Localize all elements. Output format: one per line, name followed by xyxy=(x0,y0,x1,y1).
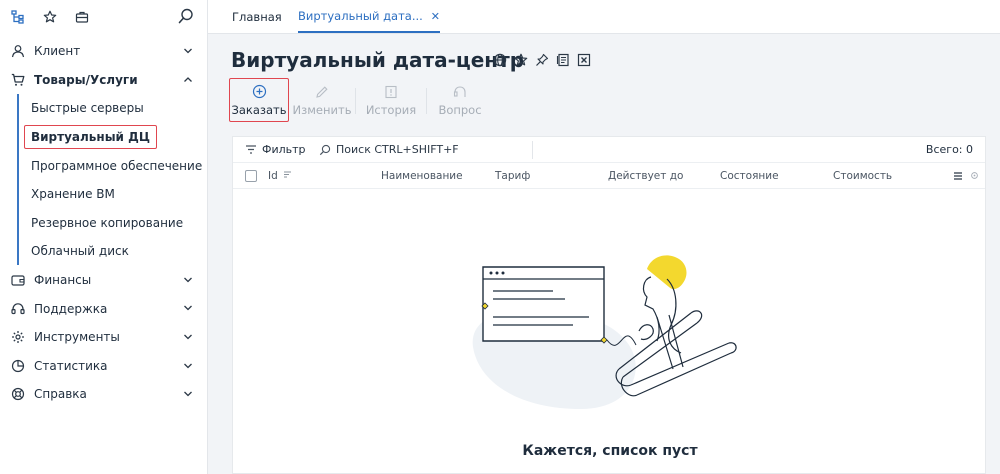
order-button-label: Заказать xyxy=(231,102,287,117)
table-header: Id Наименование Тариф Действует до Состо… xyxy=(233,163,985,189)
question-button-label: Вопрос xyxy=(438,102,482,117)
chevron-down-icon xyxy=(184,334,192,340)
lifebuoy-icon xyxy=(10,386,26,402)
page-title: Виртуальный дата-центр xyxy=(231,48,525,72)
chevron-up-icon xyxy=(184,76,192,82)
tab-label: Главная xyxy=(232,10,282,24)
sidebar-menu: Клиент Товары/Услуги Быстрые серверы Вир… xyxy=(0,37,207,409)
sidebar-item-client[interactable]: Клиент xyxy=(0,37,207,66)
globe-icon[interactable] xyxy=(492,52,508,68)
headset-icon xyxy=(10,301,26,317)
search-placeholder: Поиск CTRL+SHIFT+F xyxy=(336,143,459,156)
tab-home[interactable]: Главная xyxy=(232,0,282,34)
sidebar-item-products[interactable]: Товары/Услуги xyxy=(0,66,207,95)
column-header-tariff[interactable]: Тариф xyxy=(495,170,530,182)
wallet-icon xyxy=(10,272,26,288)
column-header-status[interactable]: Состояние xyxy=(720,170,779,182)
close-icon[interactable]: ✕ xyxy=(431,10,440,23)
filter-bar: Фильтр Поиск CTRL+SHIFT+F Всего: 0 xyxy=(233,137,985,163)
cart-icon xyxy=(10,72,26,88)
chevron-down-icon xyxy=(184,48,192,54)
total-count: Всего: 0 xyxy=(925,143,973,156)
history-icon xyxy=(383,84,399,100)
document-icon[interactable] xyxy=(555,52,571,68)
tab-label: Виртуальный дата... xyxy=(298,9,423,23)
sidebar-item-tools[interactable]: Инструменты xyxy=(0,323,207,352)
search-icon xyxy=(319,144,331,156)
sidebar-subitem-label: Виртуальный ДЦ xyxy=(24,125,157,150)
order-button[interactable]: Заказать xyxy=(229,78,289,122)
filter-button[interactable]: Фильтр xyxy=(245,143,306,156)
sidebar-item-statistics[interactable]: Статистика xyxy=(0,352,207,381)
sidebar-subitem-backup[interactable]: Резервное копирование xyxy=(0,209,207,238)
pie-chart-icon xyxy=(10,358,26,374)
add-circle-icon xyxy=(251,84,267,100)
sidebar-subitem-software[interactable]: Программное обеспечение xyxy=(0,151,207,180)
filter-icon xyxy=(245,144,257,156)
title-actions xyxy=(492,52,597,68)
gear-icon xyxy=(10,329,26,345)
edit-button-label: Изменить xyxy=(292,102,352,117)
toolbar: Заказать Изменить История Вопрос xyxy=(229,78,493,124)
pin-icon[interactable] xyxy=(534,52,550,68)
column-header-valid-until[interactable]: Действует до xyxy=(608,170,683,182)
sidebar-item-finance[interactable]: Финансы xyxy=(0,266,207,295)
columns-menu-icon[interactable] xyxy=(953,171,963,181)
search-icon[interactable] xyxy=(178,8,194,24)
sidebar: Клиент Товары/Услуги Быстрые серверы Вир… xyxy=(0,0,208,474)
sidebar-submenu: Быстрые серверы Виртуальный ДЦ Программн… xyxy=(0,94,207,266)
column-header-id[interactable]: Id xyxy=(268,170,292,182)
sidebar-item-label: Справка xyxy=(34,387,87,402)
sidebar-subitem-cloud-disk[interactable]: Облачный диск xyxy=(0,237,207,266)
menu-tree-icon[interactable] xyxy=(10,9,26,25)
search-input[interactable]: Поиск CTRL+SHIFT+F xyxy=(319,143,459,156)
chevron-down-icon xyxy=(184,391,192,397)
main-panel: Фильтр Поиск CTRL+SHIFT+F Всего: 0 Id На… xyxy=(232,136,986,474)
pencil-icon xyxy=(314,84,330,100)
question-icon xyxy=(452,84,468,100)
briefcase-icon[interactable] xyxy=(74,9,90,25)
sidebar-item-label: Товары/Услуги xyxy=(34,72,138,87)
sidebar-subitem-vm-storage[interactable]: Хранение ВМ xyxy=(0,180,207,209)
tab-virtual-dc[interactable]: Виртуальный дата... ✕ xyxy=(298,0,441,33)
history-button[interactable]: История xyxy=(356,78,426,122)
star-icon[interactable] xyxy=(42,9,58,25)
excel-export-icon[interactable] xyxy=(576,52,592,68)
sidebar-item-label: Поддержка xyxy=(34,301,108,316)
star-icon[interactable] xyxy=(513,52,529,68)
submenu-indicator-line xyxy=(17,94,19,266)
sidebar-subitem-label: Облачный диск xyxy=(31,244,129,259)
chevron-down-icon xyxy=(184,277,192,283)
sidebar-subitem-virtual-dc[interactable]: Виртуальный ДЦ xyxy=(0,123,207,152)
sidebar-subitem-label: Быстрые серверы xyxy=(31,101,144,116)
tab-bar: Главная Виртуальный дата... ✕ xyxy=(208,0,1000,34)
sidebar-item-label: Клиент xyxy=(34,44,81,59)
column-header-cost[interactable]: Стоимость xyxy=(833,170,892,182)
chevron-down-icon xyxy=(184,363,192,368)
column-label: Id xyxy=(268,170,278,182)
select-all-checkbox[interactable] xyxy=(245,170,257,182)
empty-state-illustration xyxy=(472,255,737,409)
sidebar-subitem-label: Резервное копирование xyxy=(31,215,184,230)
filter-separator xyxy=(532,141,533,159)
sidebar-item-support[interactable]: Поддержка xyxy=(0,294,207,323)
column-header-name[interactable]: Наименование xyxy=(381,170,463,182)
settings-icon[interactable] xyxy=(970,171,979,180)
history-button-label: История xyxy=(365,102,417,117)
sidebar-item-help[interactable]: Справка xyxy=(0,380,207,409)
sort-icon xyxy=(284,171,292,178)
edit-button[interactable]: Изменить xyxy=(289,78,355,122)
chevron-down-icon xyxy=(184,305,192,311)
filter-label: Фильтр xyxy=(262,143,306,156)
sidebar-toolbar xyxy=(0,0,207,34)
user-icon xyxy=(10,43,26,59)
sidebar-item-label: Инструменты xyxy=(34,330,120,345)
sidebar-subitem-label: Программное обеспечение xyxy=(31,158,203,173)
sidebar-item-label: Финансы xyxy=(34,273,92,288)
sidebar-subitem-label: Хранение ВМ xyxy=(31,187,115,202)
question-button[interactable]: Вопрос xyxy=(427,78,493,122)
empty-state-message: Кажется, список пуст xyxy=(522,443,698,459)
sidebar-item-label: Статистика xyxy=(34,358,108,373)
sidebar-subitem-fast-servers[interactable]: Быстрые серверы xyxy=(0,94,207,123)
